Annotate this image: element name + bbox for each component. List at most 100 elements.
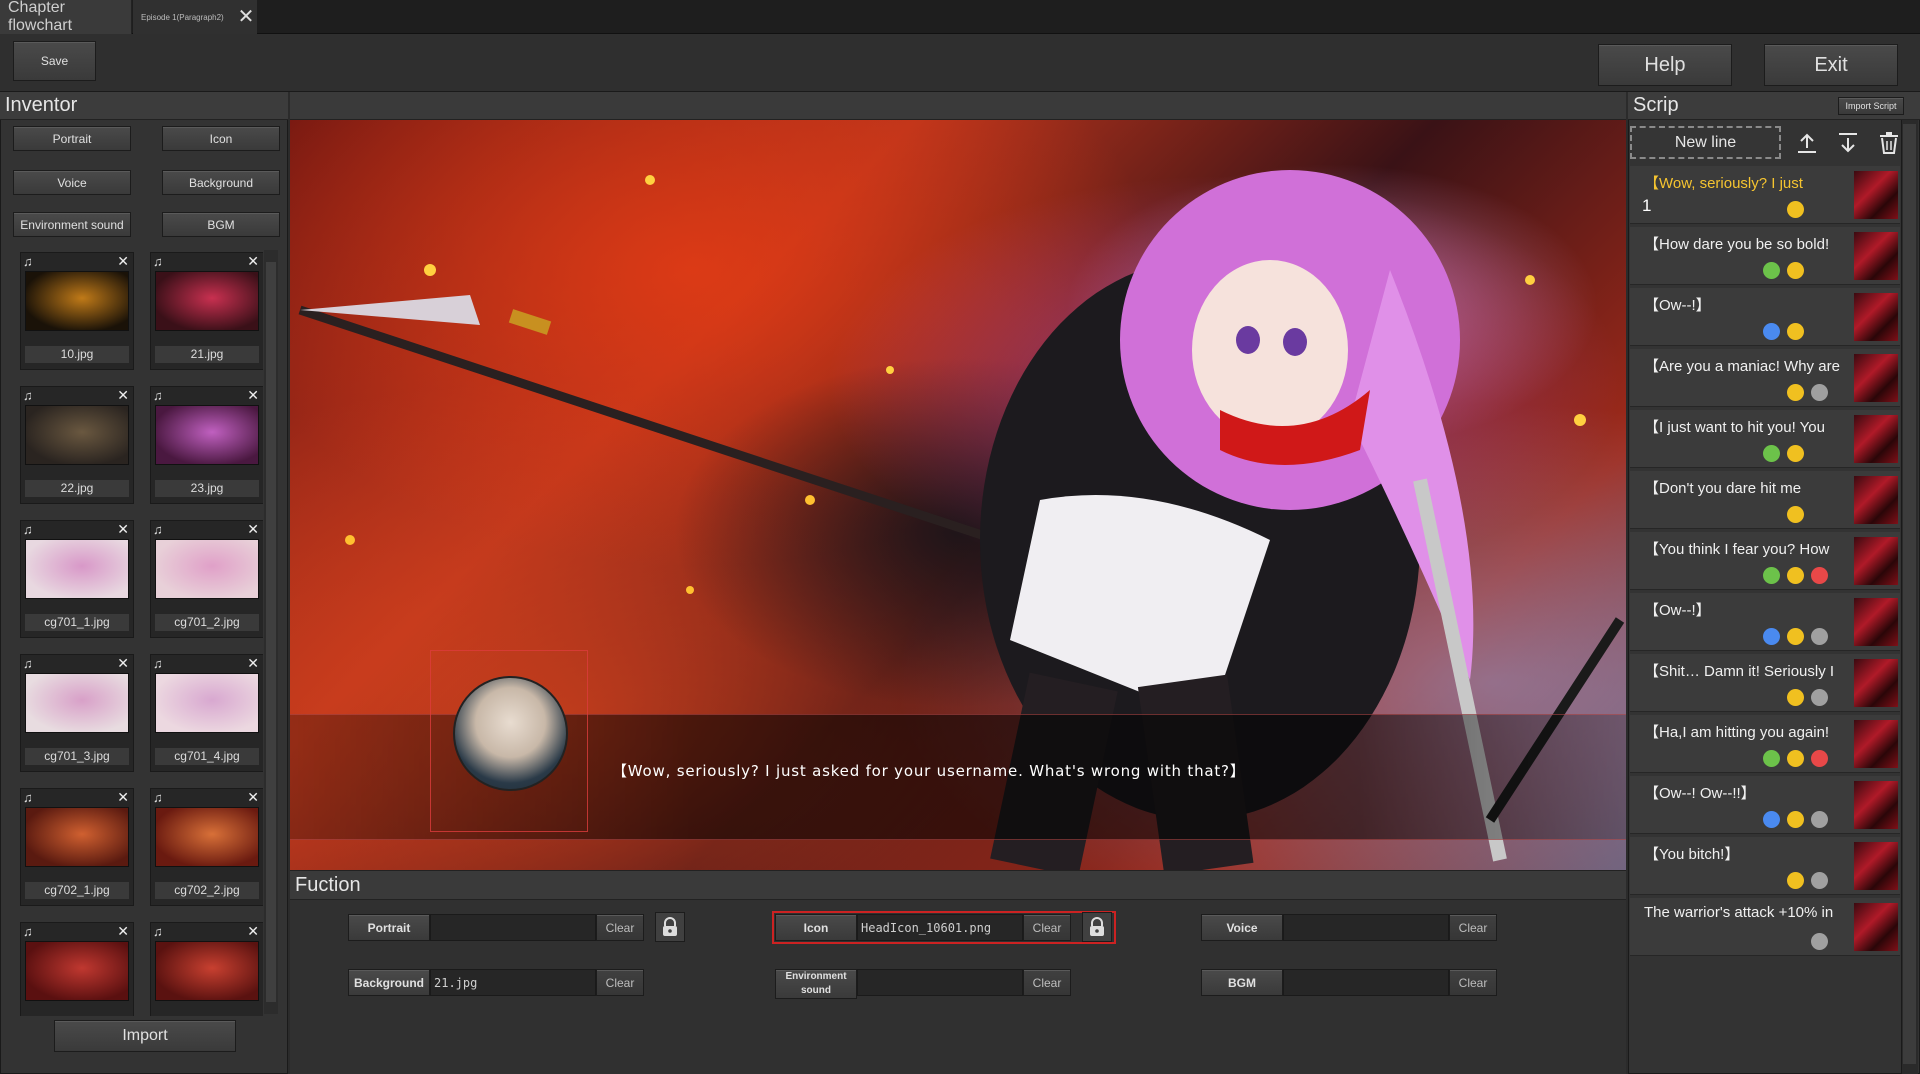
script-line[interactable]: 【Wow, seriously? I just1 — [1630, 166, 1900, 224]
gray-marker-icon[interactable] — [1811, 872, 1828, 889]
icon-field[interactable]: HeadIcon_10601.png — [857, 914, 1023, 941]
remove-icon[interactable]: ✕ — [247, 923, 259, 940]
script-line[interactable]: 【Don't you dare hit me — [1630, 471, 1900, 529]
audio-icon[interactable]: ♫ — [153, 924, 163, 939]
blue-marker-icon[interactable] — [1763, 323, 1780, 340]
voice-field[interactable] — [1283, 914, 1449, 941]
yellow-marker-icon[interactable] — [1787, 689, 1804, 706]
script-line[interactable]: 【Ow--! Ow--!!】 — [1630, 776, 1900, 834]
yellow-marker-icon[interactable] — [1787, 262, 1804, 279]
remove-icon[interactable]: ✕ — [247, 387, 259, 404]
script-line[interactable]: 【You think I fear you? How — [1630, 532, 1900, 590]
category-icon-button[interactable]: Icon — [162, 126, 280, 151]
yellow-marker-icon[interactable] — [1787, 750, 1804, 767]
gray-marker-icon[interactable] — [1811, 811, 1828, 828]
move-up-icon[interactable] — [1792, 128, 1822, 158]
script-scroll-thumb[interactable] — [1903, 124, 1916, 1064]
voice-clear-button[interactable]: Clear — [1449, 914, 1497, 941]
portrait-lock-icon[interactable] — [655, 912, 685, 942]
asset-item[interactable]: ♫✕10.jpg — [20, 252, 134, 370]
yellow-marker-icon[interactable] — [1787, 201, 1804, 218]
script-line[interactable]: 【You bitch!】 — [1630, 837, 1900, 895]
audio-icon[interactable]: ♫ — [23, 924, 33, 939]
icon-lock-icon[interactable] — [1082, 912, 1112, 942]
asset-item[interactable]: ♫✕22.jpg — [20, 386, 134, 504]
audio-icon[interactable]: ♫ — [23, 254, 33, 269]
green-marker-icon[interactable] — [1763, 262, 1780, 279]
asset-item[interactable]: ♫✕cg702_1.jpg — [20, 788, 134, 906]
gray-marker-icon[interactable] — [1811, 384, 1828, 401]
category-portrait-button[interactable]: Portrait — [13, 126, 131, 151]
exit-button[interactable]: Exit — [1764, 44, 1898, 86]
bgm-clear-button[interactable]: Clear — [1449, 969, 1497, 996]
script-line[interactable]: 【Ow--!】 — [1630, 288, 1900, 346]
help-button[interactable]: Help — [1598, 44, 1732, 86]
bgm-label[interactable]: BGM — [1201, 969, 1283, 996]
remove-icon[interactable]: ✕ — [117, 789, 129, 806]
red-marker-icon[interactable] — [1811, 567, 1828, 584]
new-line-button[interactable]: New line — [1630, 126, 1781, 159]
asset-item[interactable]: ♫✕ — [20, 922, 134, 1016]
portrait-clear-button[interactable]: Clear — [596, 914, 644, 941]
tab-chapter-flowchart[interactable]: Chapter flowchart — [0, 0, 132, 34]
green-marker-icon[interactable] — [1763, 750, 1780, 767]
yellow-marker-icon[interactable] — [1787, 323, 1804, 340]
asset-item[interactable]: ♫✕21.jpg — [150, 252, 263, 370]
remove-icon[interactable]: ✕ — [247, 789, 259, 806]
audio-icon[interactable]: ♫ — [153, 522, 163, 537]
save-button[interactable]: Save — [13, 41, 96, 81]
background-field[interactable]: 21.jpg — [430, 969, 596, 996]
audio-icon[interactable]: ♫ — [153, 254, 163, 269]
asset-item[interactable]: ♫✕cg702_2.jpg — [150, 788, 263, 906]
portrait-label[interactable]: Portrait — [348, 914, 430, 941]
audio-icon[interactable]: ♫ — [153, 656, 163, 671]
audio-icon[interactable]: ♫ — [153, 790, 163, 805]
asset-item[interactable]: ♫✕ — [150, 922, 263, 1016]
audio-icon[interactable]: ♫ — [23, 790, 33, 805]
environment-sound-label[interactable]: Environment sound — [775, 969, 857, 999]
scene-preview[interactable]: 【Wow, seriously? I just asked for your u… — [290, 120, 1626, 870]
remove-icon[interactable]: ✕ — [117, 923, 129, 940]
close-icon[interactable]: ✕ — [236, 7, 256, 27]
yellow-marker-icon[interactable] — [1787, 445, 1804, 462]
audio-icon[interactable]: ♫ — [23, 388, 33, 403]
remove-icon[interactable]: ✕ — [247, 655, 259, 672]
script-line[interactable]: 【I just want to hit you! You — [1630, 410, 1900, 468]
audio-icon[interactable]: ♫ — [23, 522, 33, 537]
portrait-field[interactable] — [430, 914, 596, 941]
environment-sound-clear-button[interactable]: Clear — [1023, 969, 1071, 996]
environment-sound-field[interactable] — [857, 969, 1023, 996]
remove-icon[interactable]: ✕ — [117, 521, 129, 538]
remove-icon[interactable]: ✕ — [117, 655, 129, 672]
remove-icon[interactable]: ✕ — [247, 521, 259, 538]
background-clear-button[interactable]: Clear — [596, 969, 644, 996]
asset-item[interactable]: ♫✕cg701_3.jpg — [20, 654, 134, 772]
category-bgm-button[interactable]: BGM — [162, 212, 280, 237]
trash-icon[interactable] — [1874, 128, 1904, 158]
yellow-marker-icon[interactable] — [1787, 506, 1804, 523]
green-marker-icon[interactable] — [1763, 445, 1780, 462]
yellow-marker-icon[interactable] — [1787, 567, 1804, 584]
category-voice-button[interactable]: Voice — [13, 170, 131, 195]
asset-item[interactable]: ♫✕cg701_1.jpg — [20, 520, 134, 638]
audio-icon[interactable]: ♫ — [23, 656, 33, 671]
gray-marker-icon[interactable] — [1811, 628, 1828, 645]
yellow-marker-icon[interactable] — [1787, 872, 1804, 889]
remove-icon[interactable]: ✕ — [247, 253, 259, 270]
script-line[interactable]: The warrior's attack +10% in — [1630, 898, 1900, 956]
bgm-field[interactable] — [1283, 969, 1449, 996]
icon-clear-button[interactable]: Clear — [1023, 914, 1071, 941]
yellow-marker-icon[interactable] — [1787, 811, 1804, 828]
green-marker-icon[interactable] — [1763, 567, 1780, 584]
blue-marker-icon[interactable] — [1763, 811, 1780, 828]
script-line[interactable]: 【Ha,I am hitting you again! — [1630, 715, 1900, 773]
audio-icon[interactable]: ♫ — [153, 388, 163, 403]
script-line[interactable]: 【Ow--!】 — [1630, 593, 1900, 651]
remove-icon[interactable]: ✕ — [117, 253, 129, 270]
voice-label[interactable]: Voice — [1201, 914, 1283, 941]
script-line[interactable]: 【Shit… Damn it! Seriously I — [1630, 654, 1900, 712]
background-label[interactable]: Background — [348, 969, 430, 996]
gray-marker-icon[interactable] — [1811, 933, 1828, 950]
remove-icon[interactable]: ✕ — [117, 387, 129, 404]
script-line[interactable]: 【How dare you be so bold! — [1630, 227, 1900, 285]
